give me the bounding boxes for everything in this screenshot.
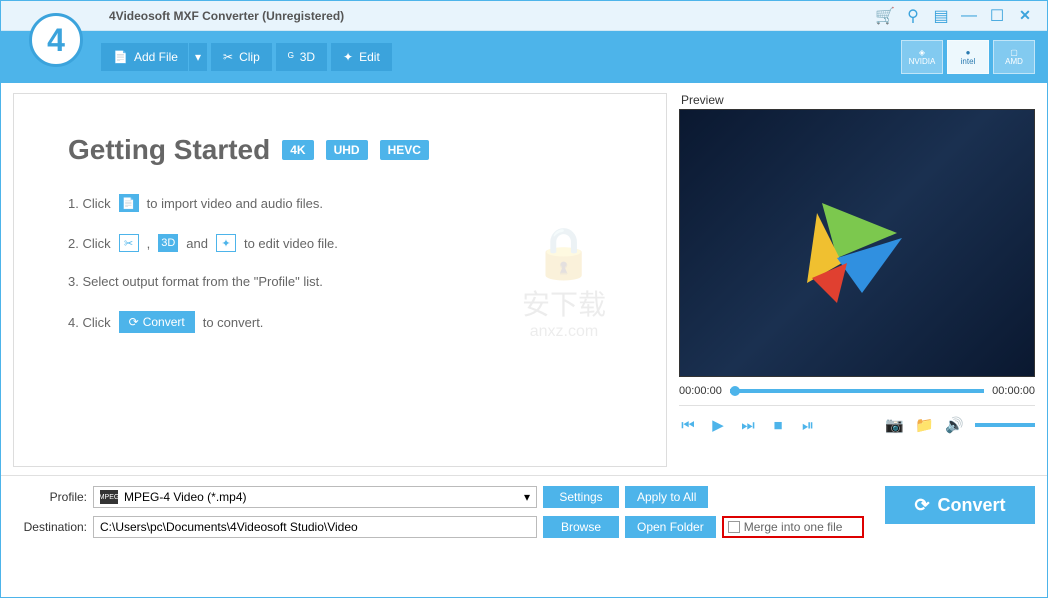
main-content: Getting Started 4K UHD HEVC 1. Click 📄 t…	[13, 93, 667, 467]
mpeg-icon: MPEG	[100, 490, 118, 504]
amd-badge: ▢AMD	[993, 40, 1035, 74]
badge-hevc: HEVC	[380, 140, 429, 160]
destination-input[interactable]: C:\Users\pc\Documents\4Videosoft Studio\…	[93, 516, 537, 538]
open-folder-button[interactable]: Open Folder	[625, 516, 716, 538]
3d-icon: ᴳ	[288, 50, 294, 64]
step-4: 4. Click ⟳ Convert to convert.	[68, 311, 636, 333]
intel-badge: ●intel	[947, 40, 989, 74]
add-file-dropdown[interactable]: ▾	[188, 43, 207, 71]
browse-button[interactable]: Browse	[543, 516, 619, 538]
menu-icon[interactable]: ▤	[931, 6, 951, 26]
profile-label: Profile:	[13, 490, 87, 504]
3d-step-icon: 3D	[158, 234, 178, 252]
volume-icon[interactable]: 🔊	[945, 416, 963, 434]
merge-checkbox-group[interactable]: Merge into one file	[722, 516, 865, 538]
chevron-down-icon: ▾	[524, 490, 530, 504]
clip-button[interactable]: ✂Clip	[211, 43, 272, 71]
key-icon[interactable]: ⚲	[903, 6, 923, 26]
merge-label: Merge into one file	[744, 520, 843, 534]
import-icon: 📄	[119, 194, 139, 212]
nvidia-badge: ◈NVIDIA	[901, 40, 943, 74]
add-file-button[interactable]: 📄Add File ▾	[101, 43, 207, 71]
stop-button[interactable]: ■	[769, 417, 787, 434]
badge-4k: 4K	[282, 140, 313, 160]
step-button[interactable]: ⏯	[799, 417, 817, 434]
3d-button[interactable]: ᴳ3D	[276, 43, 327, 71]
clip-step-icon: ✂	[119, 234, 139, 252]
app-logo: 4	[29, 13, 83, 67]
progress-slider[interactable]	[730, 389, 984, 393]
time-end: 00:00:00	[992, 385, 1035, 397]
merge-checkbox[interactable]	[728, 521, 740, 533]
scissors-icon: ✂	[223, 50, 233, 64]
maximize-icon[interactable]: ☐	[987, 6, 1007, 26]
apply-all-button[interactable]: Apply to All	[625, 486, 708, 508]
next-button[interactable]: ⏭	[739, 417, 757, 434]
time-slider-row: 00:00:00 00:00:00	[679, 377, 1035, 405]
prev-button[interactable]: ⏮	[679, 417, 697, 434]
refresh-icon: ⟳	[914, 495, 929, 516]
badge-uhd: UHD	[326, 140, 368, 160]
titlebar: 4Videosoft MXF Converter (Unregistered) …	[1, 1, 1047, 31]
volume-slider[interactable]	[975, 423, 1035, 427]
play-button[interactable]: ▶	[709, 416, 727, 434]
step-3: 3. Select output format from the "Profil…	[68, 274, 636, 289]
toolbar: 4 📄Add File ▾ ✂Clip ᴳ3D ✦Edit ◈NVIDIA ●i…	[1, 31, 1047, 83]
cart-icon[interactable]: 🛒	[875, 6, 895, 26]
convert-button[interactable]: ⟳ Convert	[885, 486, 1035, 524]
close-icon[interactable]: ✕	[1015, 6, 1035, 26]
edit-icon: ✦	[343, 50, 353, 64]
profile-dropdown[interactable]: MPEGMPEG-4 Video (*.mp4) ▾	[93, 486, 537, 508]
window-title: 4Videosoft MXF Converter (Unregistered)	[109, 9, 344, 23]
add-file-icon: 📄	[113, 50, 128, 64]
edit-button[interactable]: ✦Edit	[331, 43, 392, 71]
preview-logo	[787, 173, 927, 313]
time-start: 00:00:00	[679, 385, 722, 397]
snapshot-button[interactable]: 📷	[885, 416, 903, 434]
getting-started-title: Getting Started	[68, 134, 270, 166]
convert-mini-button: ⟳ Convert	[119, 311, 195, 333]
destination-label: Destination:	[13, 520, 87, 534]
preview-area	[679, 109, 1035, 377]
settings-button[interactable]: Settings	[543, 486, 619, 508]
folder-button[interactable]: 📁	[915, 416, 933, 434]
minimize-icon[interactable]: —	[959, 6, 979, 26]
edit-step-icon: ✦	[216, 234, 236, 252]
step-1: 1. Click 📄 to import video and audio fil…	[68, 194, 636, 212]
step-2: 2. Click ✂ , 3D and ✦ to edit video file…	[68, 234, 636, 252]
preview-label: Preview	[679, 93, 1035, 107]
